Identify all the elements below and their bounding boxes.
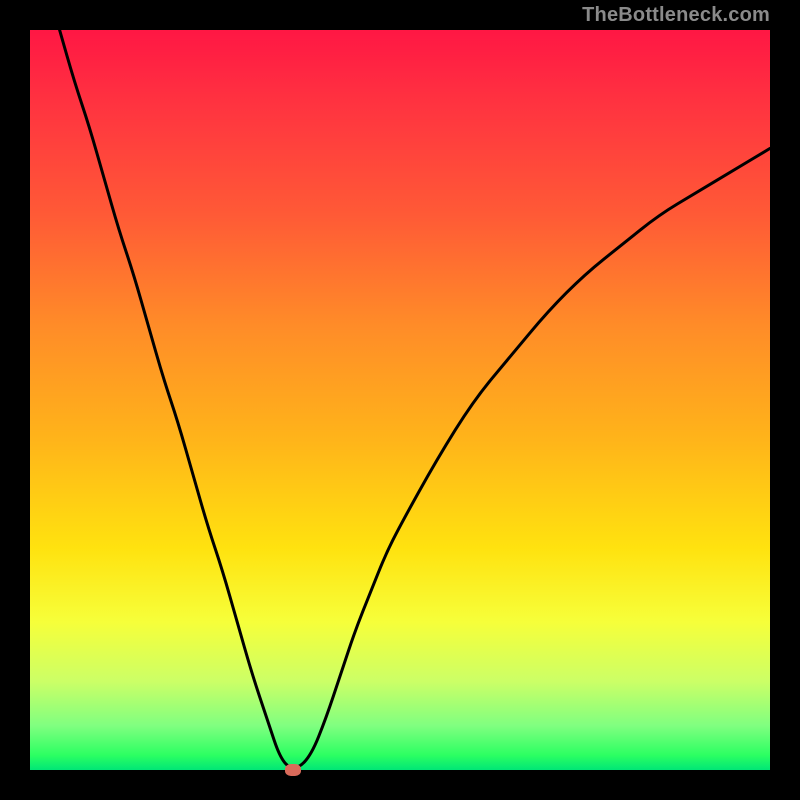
curve-svg	[30, 30, 770, 770]
watermark-text: TheBottleneck.com	[582, 4, 770, 27]
plot-area	[30, 30, 770, 770]
bottleneck-curve	[60, 30, 770, 768]
chart-container: TheBottleneck.com	[0, 0, 800, 800]
optimum-marker	[285, 764, 301, 776]
